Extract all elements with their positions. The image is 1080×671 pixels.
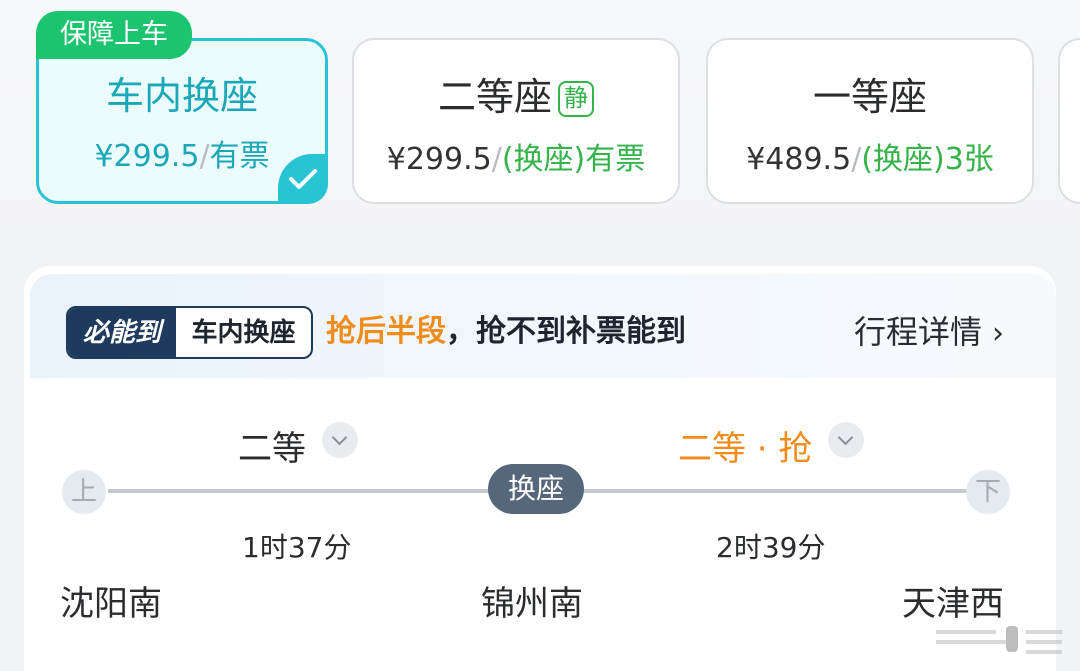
segment-2-duration: 2时39分 [716,531,826,564]
seat-option-name-text: 二等座 [437,75,552,119]
quiet-car-badge: 静 [558,81,594,117]
journey-message: 抢后半段，抢不到补票能到 [326,310,686,354]
seat-option-name: 一等座 [812,75,927,119]
chevron-right-icon: › [992,316,1004,351]
guarantee-tag: 保障上车 [36,11,192,59]
seat-option-second-class[interactable]: 二等座静 ¥299.5/(换座)有票 [352,38,680,204]
segment-1-seat-class: 二等 [238,429,306,469]
seat-option-availability: (换座)有票 [501,142,646,177]
seat-option-price-line: ¥489.5/(换座)3张 [708,140,1032,180]
seat-option-first-class[interactable]: 一等座 ¥489.5/(换座)3张 [706,38,1034,204]
chevron-down-icon [322,422,358,458]
price-separator: / [199,139,210,174]
price-separator: / [851,142,862,177]
seat-option-availability: (换座)3张 [861,142,994,177]
message-highlight: 抢后半段 [326,314,446,349]
seat-option-price: ¥299.5 [386,142,492,177]
seat-option-price: ¥299.5 [94,139,200,174]
chevron-down-icon [828,422,865,458]
segment-1-seat-selector[interactable]: 二等 [238,422,358,470]
seat-option-swap-in-car[interactable]: 车内换座 ¥299.5/有票 [36,38,328,204]
station-transfer: 锦州南 [481,584,583,624]
trip-detail-link[interactable]: 行程详情 › [854,310,1004,356]
watermark [936,620,1066,660]
seat-option-price-line: ¥299.5/(换座)有票 [354,140,678,180]
train-booking-screen: 保障上车 车内换座 ¥299.5/有票 二等座静 ¥299.5/(换座)有票 一… [0,0,1080,671]
trip-detail-label: 行程详情 [853,313,982,351]
seat-option-price: ¥489.5 [746,142,852,177]
segment-2-seat-class: 二等 · 抢 [678,429,813,469]
price-separator: / [491,142,502,177]
seat-option-name: 车内换座 [105,74,258,118]
alight-node: 下 [966,470,1010,514]
tag-swap-seat: 车内换座 [191,318,296,348]
seat-option-availability: 有票 [209,139,270,174]
journey-panel: 必能到 车内换座 抢后半段，抢不到补票能到 行程详情 › 二等 二等 · 抢 上 … [24,266,1056,671]
station-origin: 沈阳南 [60,584,162,624]
segment-2-seat-selector[interactable]: 二等 · 抢 [678,422,865,470]
guaranteed-arrival-tag: 必能到 车内换座 [66,306,313,359]
tag-guaranteed: 必能到 [68,308,176,357]
message-rest: ，抢不到补票能到 [446,314,686,349]
seat-option-partial[interactable] [1058,38,1080,204]
board-node: 上 [62,470,106,514]
transfer-badge: 换座 [488,464,584,514]
journey-header: 必能到 车内换座 抢后半段，抢不到补票能到 行程详情 › [30,274,1056,378]
seat-option-name: 二等座静 [354,74,678,120]
seat-options-row: 保障上车 车内换座 ¥299.5/有票 二等座静 ¥299.5/(换座)有票 一… [0,0,1080,240]
segment-1-duration: 1时37分 [242,531,352,564]
